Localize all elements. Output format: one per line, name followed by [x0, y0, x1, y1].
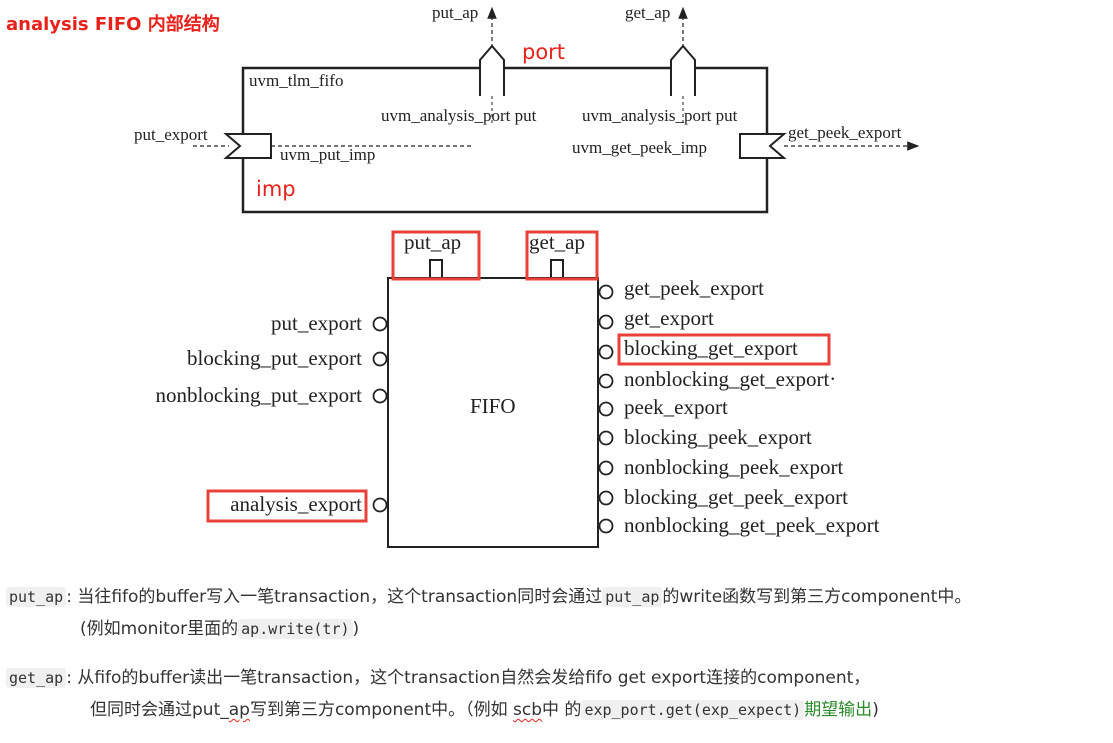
- put-imp-shape: [223, 133, 272, 159]
- right-port-label: nonblocking_peek_export: [624, 455, 843, 479]
- left-port-label: put_export: [271, 311, 362, 335]
- right-port-circle: [598, 401, 614, 417]
- right-port-circle: [598, 314, 614, 330]
- put-ap-top-label: put_ap: [432, 3, 478, 22]
- get-ap-top-label: get_ap: [625, 3, 670, 22]
- analysis-port-left-label: uvm_analysis_port put: [381, 106, 537, 125]
- right-port-label: peek_export: [624, 395, 728, 419]
- left-port-circle: [372, 351, 388, 367]
- right-port-label: blocking_peek_export: [624, 425, 812, 449]
- fifo-center-label: FIFO: [470, 394, 516, 418]
- right-port-label: blocking_get_export: [624, 336, 798, 360]
- right-port-label: nonblocking_get_export·: [624, 367, 836, 391]
- right-port-circle: [598, 373, 614, 389]
- get-peek-imp-shape: [739, 133, 787, 159]
- ap-write-code: ap.write(tr): [238, 619, 353, 639]
- left-port-circle: [372, 497, 388, 513]
- put-ap-port-square: [429, 259, 443, 279]
- left-port-label: analysis_export: [230, 492, 362, 516]
- right-port-circle: [598, 344, 614, 360]
- put-ap-code-inline: put_ap: [602, 587, 663, 607]
- exp-port-get-code: exp_port.get(exp_expect): [581, 700, 805, 720]
- get-ap-port-shape: [670, 44, 696, 96]
- port-label: port: [522, 40, 565, 64]
- get-ap-description: get_ap: 从fifo的buffer读出一笔transaction，这个tr…: [6, 662, 879, 726]
- put-ap-code: put_ap: [6, 587, 67, 607]
- left-port-circle: [372, 316, 388, 332]
- right-port-circle: [598, 490, 614, 506]
- right-port-label: blocking_get_peek_export: [624, 485, 848, 509]
- right-port-label: get_export: [624, 306, 714, 330]
- put-export-label: put_export: [134, 125, 208, 144]
- left-port-circle: [372, 388, 388, 404]
- left-port-label: nonblocking_put_export: [156, 383, 363, 407]
- get-ap-text: 从fifo的buffer读出一笔transaction，这个transactio…: [77, 668, 871, 688]
- tlm-fifo-diagram: put_ap get_ap port uvm_tlm_fifo uvm_anal…: [134, 3, 920, 214]
- right-port-label: get_peek_export: [624, 276, 764, 300]
- right-port-circle: [598, 518, 614, 534]
- put-imp-label: uvm_put_imp: [280, 145, 375, 164]
- right-port-circle: [598, 430, 614, 446]
- imp-label: imp: [256, 177, 296, 201]
- get-peek-imp-label: uvm_get_peek_imp: [572, 138, 707, 157]
- get-ap-port-square: [550, 259, 564, 279]
- get-ap-code: get_ap: [6, 668, 67, 688]
- fifo-diagrams: put_ap get_ap port uvm_tlm_fifo uvm_anal…: [134, 3, 920, 548]
- analysis-port-right-label: uvm_analysis_port put: [582, 106, 738, 125]
- right-port-circle: [598, 284, 614, 300]
- fifo-name-label: uvm_tlm_fifo: [249, 71, 343, 90]
- put-ap-label: put_ap: [404, 230, 461, 254]
- put-ap-description: put_ap: 当往fifo的buffer写入一笔transaction，这个t…: [6, 581, 971, 645]
- expected-output-text: 期望输出: [804, 700, 873, 720]
- put-ap-port-shape: [479, 44, 505, 96]
- get-ap-label: get_ap: [529, 230, 585, 254]
- get-peek-export-label: get_peek_export: [788, 123, 902, 142]
- put-ap-text: 当往fifo的buffer写入一笔transaction，这个transacti…: [77, 587, 603, 607]
- fifo-ports-diagram: FIFO put_ap get_ap put_export blocking_p…: [156, 230, 880, 548]
- left-port-label: blocking_put_export: [187, 346, 362, 370]
- right-port-label: nonblocking_get_peek_export: [624, 513, 880, 537]
- right-port-circle: [598, 460, 614, 476]
